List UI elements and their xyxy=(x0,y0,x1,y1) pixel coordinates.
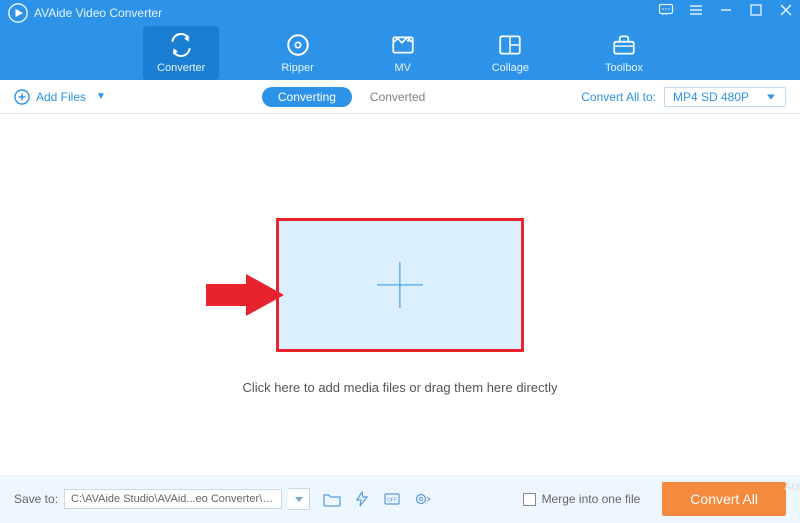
checkbox-box-icon xyxy=(523,493,536,506)
tab-collage-label: Collage xyxy=(492,62,529,74)
main-tabs: Converter Ripper MV Collage Toolbox xyxy=(0,26,800,80)
app-title: AVAide Video Converter xyxy=(34,6,162,20)
titlebar: AVAide Video Converter xyxy=(0,0,800,24)
window-controls xyxy=(658,2,794,18)
merge-label: Merge into one file xyxy=(542,492,641,506)
convert-all-to: Convert All to: MP4 SD 480P xyxy=(581,87,786,107)
merge-checkbox[interactable]: Merge into one file xyxy=(523,492,641,506)
maximize-icon[interactable] xyxy=(748,2,764,18)
converter-icon xyxy=(168,32,194,58)
svg-text:OFF: OFF xyxy=(387,498,397,504)
add-files-label: Add Files xyxy=(36,90,86,104)
convert-all-label: Convert All to: xyxy=(581,90,656,104)
tab-collage[interactable]: Collage xyxy=(478,26,543,80)
subtabs: Converting Converted xyxy=(262,87,425,107)
open-folder-icon[interactable] xyxy=(322,490,342,508)
tab-mv[interactable]: MV xyxy=(376,26,430,80)
subtab-converting[interactable]: Converting xyxy=(262,87,352,107)
plus-circle-icon xyxy=(14,89,30,105)
save-to-label: Save to: xyxy=(14,492,58,506)
convert-all-value: MP4 SD 480P xyxy=(673,90,749,104)
tab-toolbox[interactable]: Toolbox xyxy=(591,26,657,80)
tab-mv-label: MV xyxy=(394,62,411,74)
toolbox-icon xyxy=(611,32,637,58)
gear-icon[interactable] xyxy=(412,490,432,508)
arrow-annotation-icon xyxy=(206,274,284,316)
mv-icon xyxy=(390,32,416,58)
add-files-button[interactable]: Add Files ▼ xyxy=(14,89,106,105)
ripper-icon xyxy=(285,32,311,58)
tab-ripper[interactable]: Ripper xyxy=(267,26,327,80)
chevron-down-icon: ▼ xyxy=(96,91,106,102)
app-logo-icon xyxy=(8,3,28,23)
save-path-dropdown[interactable] xyxy=(288,488,310,510)
save-path-field[interactable]: C:\AVAide Studio\AVAid...eo Converter\Co… xyxy=(64,489,282,509)
app-header: AVAide Video Converter Converter Ripper xyxy=(0,0,800,80)
gpu-icon[interactable]: OFF xyxy=(382,490,402,508)
tab-toolbox-label: Toolbox xyxy=(605,62,643,74)
footer-icons: OFF xyxy=(322,490,432,508)
plus-icon xyxy=(377,262,423,308)
collage-icon xyxy=(497,32,523,58)
dropzone-hint: Click here to add media files or drag th… xyxy=(242,380,557,395)
minimize-icon[interactable] xyxy=(718,2,734,18)
footer: Save to: C:\AVAide Studio\AVAid...eo Con… xyxy=(0,475,800,523)
lightning-icon[interactable] xyxy=(352,490,372,508)
close-icon[interactable] xyxy=(778,2,794,18)
toolbar: Add Files ▼ Converting Converted Convert… xyxy=(0,80,800,114)
feedback-icon[interactable] xyxy=(658,2,674,18)
add-media-dropzone[interactable] xyxy=(276,218,524,352)
tab-converter[interactable]: Converter xyxy=(143,26,219,80)
tab-ripper-label: Ripper xyxy=(281,62,313,74)
save-to: Save to: C:\AVAide Studio\AVAid...eo Con… xyxy=(14,488,310,510)
subtab-converted[interactable]: Converted xyxy=(370,90,425,104)
convert-all-dropdown[interactable]: MP4 SD 480P xyxy=(664,87,786,107)
menu-icon[interactable] xyxy=(688,2,704,18)
tab-converter-label: Converter xyxy=(157,62,205,74)
content-area: Click here to add media files or drag th… xyxy=(0,114,800,475)
convert-all-button[interactable]: Convert All xyxy=(662,482,786,516)
